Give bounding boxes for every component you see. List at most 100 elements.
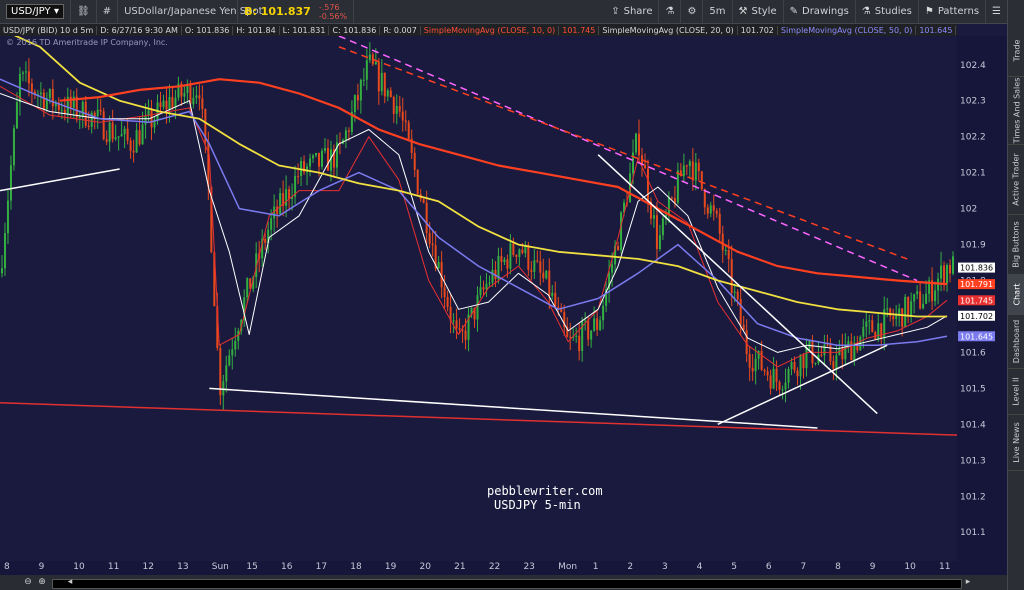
tab-times-and-sales[interactable]: Times And Sales xyxy=(1008,76,1024,145)
candle-body xyxy=(368,54,371,61)
candle-body xyxy=(646,168,649,202)
x-tick-label: 16 xyxy=(281,562,293,572)
candle-body xyxy=(503,259,506,263)
candle-body xyxy=(865,321,868,327)
candle-body xyxy=(584,320,587,322)
y-tick-label: 102.1 xyxy=(960,169,986,179)
info-sma20[interactable]: SimpleMovingAvg (CLOSE, 20, 0) xyxy=(599,25,738,35)
x-tick-label: 1 xyxy=(592,562,599,572)
candle-body xyxy=(724,249,727,251)
candle-body xyxy=(482,287,485,290)
candle-body xyxy=(6,200,9,234)
chart-toolbar: USD/JPY ▾ ⛓ # USDollar/Japanese Yen Spot… xyxy=(0,0,1007,24)
candle-body xyxy=(386,90,389,97)
candle-body xyxy=(443,287,446,298)
info-sma50[interactable]: SimpleMovingAvg (CLOSE, 50, 0) xyxy=(778,25,917,35)
candle-body xyxy=(297,175,300,177)
candle-body xyxy=(709,205,712,214)
candle-body xyxy=(15,102,18,129)
tab-chart[interactable]: Chart xyxy=(1008,274,1024,315)
studies-button[interactable]: ⚗ Studies xyxy=(856,0,919,23)
candle-body xyxy=(542,272,545,279)
candle-body xyxy=(799,354,802,377)
timeframe-button[interactable]: 5m xyxy=(703,0,733,23)
settings-gear-icon[interactable]: ⚙ xyxy=(681,0,704,23)
candle-body xyxy=(670,197,673,199)
candle-body xyxy=(889,308,892,317)
candle-body xyxy=(347,130,350,132)
candle-body xyxy=(682,165,685,177)
candle-body xyxy=(60,109,63,111)
zoom-out-icon[interactable]: ⊖ xyxy=(22,577,34,588)
candle-body xyxy=(578,335,581,352)
candle-body xyxy=(162,100,165,107)
candle-body xyxy=(593,318,596,331)
candle-body xyxy=(569,336,572,338)
candle-body xyxy=(536,260,539,262)
tab-dashboard[interactable]: Dashboard xyxy=(1008,314,1024,369)
candle-body xyxy=(246,278,249,298)
studies-label: Studies xyxy=(874,6,912,17)
candle-body xyxy=(916,291,919,295)
candle-body xyxy=(383,72,386,97)
candle-body xyxy=(413,152,416,170)
tab-trade[interactable]: Trade xyxy=(1008,24,1024,77)
scroll-right-icon[interactable]: ▸ xyxy=(962,577,974,588)
chart-scrollbar[interactable]: ⊖ ⊕ ◂ ▸ xyxy=(0,575,1007,590)
price-chart[interactable]: 102.4102.3102.2102.1102101.9101.8101.710… xyxy=(0,36,1007,561)
symbol-selector[interactable]: USD/JPY ▾ xyxy=(6,4,64,19)
link-icon[interactable]: ⛓ xyxy=(71,0,97,23)
candle-body xyxy=(892,316,895,320)
candle-body xyxy=(201,98,204,109)
candle-body xyxy=(691,161,694,181)
flask-icon[interactable]: ⚗ xyxy=(659,0,682,23)
candle-body xyxy=(171,96,174,108)
candle-body xyxy=(823,344,826,356)
candle-body xyxy=(506,259,509,269)
x-tick-label: 19 xyxy=(384,562,397,572)
scroll-track[interactable] xyxy=(52,579,962,589)
patterns-button[interactable]: ⚑ Patterns xyxy=(919,0,987,23)
drawings-button[interactable]: ✎ Drawings xyxy=(784,0,856,23)
tab-label: Live News xyxy=(1012,421,1021,463)
change-block: -.576 -0.56% xyxy=(319,3,347,21)
info-close: C: 101.836 xyxy=(329,25,381,35)
change-abs: -.576 xyxy=(318,2,340,12)
menu-icon[interactable]: ☰ xyxy=(986,0,1007,23)
x-tick-label: 15 xyxy=(246,562,258,572)
candle-body xyxy=(611,264,614,273)
x-tick-label: 8 xyxy=(4,562,10,572)
drawings-label: Drawings xyxy=(802,6,849,17)
info-title: USD/JPY (BID) 10 d 5m xyxy=(0,25,98,35)
candle-body xyxy=(123,128,126,135)
candle-body xyxy=(159,102,162,107)
candle-body xyxy=(545,270,548,279)
y-tick-label: 102.4 xyxy=(960,61,986,71)
candle-body xyxy=(871,320,874,333)
studies-icon: ⚗ xyxy=(861,6,871,17)
style-button[interactable]: ⚒ Style xyxy=(733,0,784,23)
tab-live-news[interactable]: Live News xyxy=(1008,414,1024,471)
x-tick-label: 11 xyxy=(107,562,120,572)
candle-body xyxy=(712,205,715,211)
candle-body xyxy=(431,243,434,246)
share-button[interactable]: ⇪ Share xyxy=(605,0,660,23)
candle-body xyxy=(198,95,201,99)
x-tick-label: 9 xyxy=(38,562,45,572)
candle-body xyxy=(694,162,697,181)
tab-level-ii[interactable]: Level II xyxy=(1008,368,1024,415)
candle-body xyxy=(706,207,709,214)
candle-body xyxy=(667,197,670,215)
patterns-label: Patterns xyxy=(937,6,980,17)
candle-body xyxy=(620,212,623,251)
info-sma10[interactable]: SimpleMovingAvg (CLOSE, 10, 0) xyxy=(421,25,560,35)
candle-body xyxy=(114,137,117,140)
tab-active-trader[interactable]: Active Trader xyxy=(1008,144,1024,215)
scroll-left-icon[interactable]: ◂ xyxy=(64,577,76,588)
candle-body xyxy=(862,326,865,337)
hash-icon[interactable]: # xyxy=(97,0,119,23)
zoom-in-icon[interactable]: ⊕ xyxy=(36,577,48,588)
candle-body xyxy=(231,349,234,356)
candle-body xyxy=(207,142,210,187)
tab-big-buttons[interactable]: Big Buttons xyxy=(1008,214,1024,275)
